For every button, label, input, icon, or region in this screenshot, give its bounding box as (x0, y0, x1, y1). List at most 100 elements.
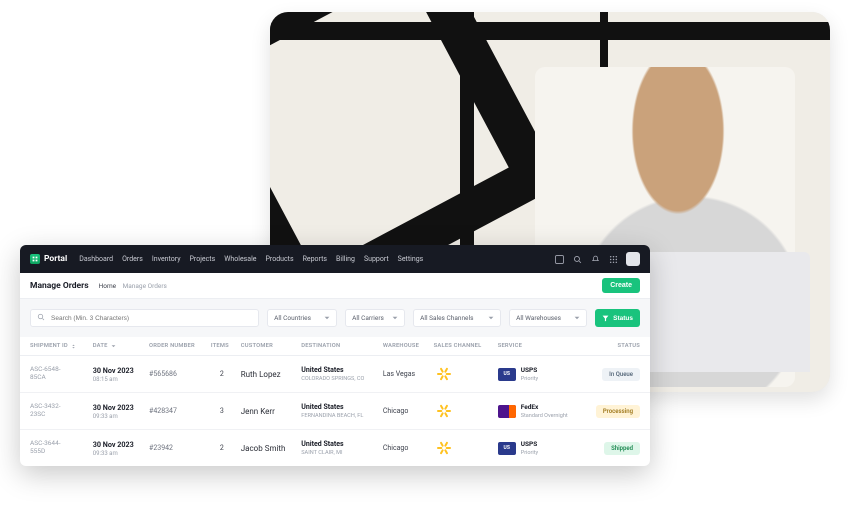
page-header: Manage Orders Home Manage Orders Create (20, 273, 650, 299)
cell-channel (430, 430, 494, 467)
chevron-down-icon (488, 315, 494, 321)
cell-date: 30 Nov 202309:33 am (89, 393, 145, 430)
nav-settings[interactable]: Settings (398, 255, 424, 263)
nav-reports[interactable]: Reports (303, 255, 327, 263)
filter-channels[interactable]: All Sales Channels (413, 309, 501, 327)
cell-destination: United StatesFernandina Beach, FL (297, 393, 379, 430)
layout-icon[interactable] (554, 254, 564, 264)
walmart-icon (434, 438, 454, 458)
chevron-down-icon (111, 344, 116, 349)
brand-icon (30, 254, 40, 264)
cell-date: 30 Nov 202309:33 am (89, 430, 145, 467)
cell-order-number: #428347 (145, 393, 207, 430)
col-status[interactable]: STATUS (583, 337, 650, 356)
nav-orders[interactable]: Orders (122, 255, 143, 263)
cell-date: 30 Nov 202308:15 am (89, 356, 145, 393)
funnel-icon (602, 315, 609, 322)
col-service[interactable]: SERVICE (494, 337, 583, 356)
search-input[interactable] (51, 315, 252, 322)
filter-countries-label: All Countries (274, 314, 311, 322)
col-warehouse[interactable]: WAREHOUSE (379, 337, 430, 356)
cell-destination: United StatesCOLORADO SPRINGS, CO (297, 356, 379, 393)
breadcrumb-current: Manage Orders (123, 282, 167, 290)
top-nav: Portal Dashboard Orders Inventory Projec… (20, 245, 650, 273)
col-channel[interactable]: SALES CHANNEL (430, 337, 494, 356)
usps-logo-icon: US (498, 442, 516, 455)
usps-logo-icon: US (498, 368, 516, 381)
cell-status: Processing (583, 393, 650, 430)
chevron-down-icon (574, 315, 580, 321)
avatar[interactable] (626, 252, 640, 266)
cell-warehouse: Chicago (379, 393, 430, 430)
filter-carriers[interactable]: All Carriers (345, 309, 405, 327)
cell-status: Shipped (583, 430, 650, 467)
create-button[interactable]: Create (602, 278, 640, 293)
col-customer[interactable]: CUSTOMER (237, 337, 298, 356)
col-date[interactable]: DATE (89, 337, 145, 356)
cell-items: 2 (207, 430, 237, 467)
nav-links: Dashboard Orders Inventory Projects Whol… (79, 255, 423, 263)
status-filter-button[interactable]: Status (595, 309, 640, 327)
brand-text: Portal (44, 254, 67, 264)
table-row[interactable]: ASC-6548-85CA30 Nov 202308:15 am#5656862… (20, 356, 650, 393)
filter-warehouses[interactable]: All Warehouses (509, 309, 587, 327)
cell-customer: Ruth Lopez (237, 356, 298, 393)
orders-table: SHIPMENT ID DATE ORDER NUMBER ITEMS CUST… (20, 337, 650, 466)
grid-icon[interactable] (608, 254, 618, 264)
cell-destination: United StatesSaint Clair, MI (297, 430, 379, 467)
app-panel: Portal Dashboard Orders Inventory Projec… (20, 245, 650, 466)
filter-carriers-label: All Carriers (352, 314, 384, 322)
bell-icon[interactable] (590, 254, 600, 264)
nav-billing[interactable]: Billing (336, 255, 355, 263)
filter-warehouses-label: All Warehouses (516, 314, 561, 322)
walmart-icon (434, 401, 454, 421)
cell-service: USUSPSPriority (494, 430, 583, 467)
cell-shipment-id: ASC-3432-23SC (20, 393, 89, 430)
filter-countries[interactable]: All Countries (267, 309, 337, 327)
status-badge: In Queue (602, 368, 640, 381)
status-filter-label: Status (613, 315, 633, 322)
cell-items: 3 (207, 393, 237, 430)
cell-warehouse: Chicago (379, 430, 430, 467)
cell-customer: Jenn Kerr (237, 393, 298, 430)
search-icon[interactable] (572, 254, 582, 264)
topbar-actions (554, 252, 640, 266)
cell-items: 2 (207, 356, 237, 393)
walmart-icon (434, 364, 454, 384)
brand[interactable]: Portal (30, 254, 67, 264)
col-order[interactable]: ORDER NUMBER (145, 337, 207, 356)
cell-status: In Queue (583, 356, 650, 393)
nav-products[interactable]: Products (266, 255, 294, 263)
nav-projects[interactable]: Projects (190, 255, 216, 263)
filter-bar: All Countries All Carriers All Sales Cha… (20, 299, 650, 337)
nav-support[interactable]: Support (364, 255, 389, 263)
table-row[interactable]: ASC-3432-23SC30 Nov 202309:33 am#4283473… (20, 393, 650, 430)
status-badge: Processing (596, 405, 640, 418)
chevron-down-icon (324, 315, 330, 321)
status-badge: Shipped (604, 442, 640, 455)
cell-channel (430, 356, 494, 393)
cell-service: USUSPSPriority (494, 356, 583, 393)
cell-warehouse: Las Vegas (379, 356, 430, 393)
chevron-down-icon (392, 315, 398, 321)
search-input-wrap[interactable] (30, 309, 259, 327)
search-icon (37, 313, 45, 323)
fedex-logo-icon (498, 405, 516, 418)
page-title: Manage Orders (30, 281, 89, 291)
filter-channels-label: All Sales Channels (420, 314, 473, 322)
table-row[interactable]: ASC-3644-555D30 Nov 202309:33 am#239422J… (20, 430, 650, 467)
breadcrumb-home[interactable]: Home (99, 282, 117, 290)
cell-channel (430, 393, 494, 430)
col-destination[interactable]: DESTINATION (297, 337, 379, 356)
cell-service: FedExStandard Overnight (494, 393, 583, 430)
cell-customer: Jacob Smith (237, 430, 298, 467)
cell-shipment-id: ASC-6548-85CA (20, 356, 89, 393)
col-shipment[interactable]: SHIPMENT ID (20, 337, 89, 356)
nav-inventory[interactable]: Inventory (152, 255, 181, 263)
col-items[interactable]: ITEMS (207, 337, 237, 356)
cell-order-number: #23942 (145, 430, 207, 467)
nav-dashboard[interactable]: Dashboard (79, 255, 113, 263)
nav-wholesale[interactable]: Wholesale (224, 255, 256, 263)
cell-shipment-id: ASC-3644-555D (20, 430, 89, 467)
breadcrumb: Home Manage Orders (99, 282, 167, 290)
